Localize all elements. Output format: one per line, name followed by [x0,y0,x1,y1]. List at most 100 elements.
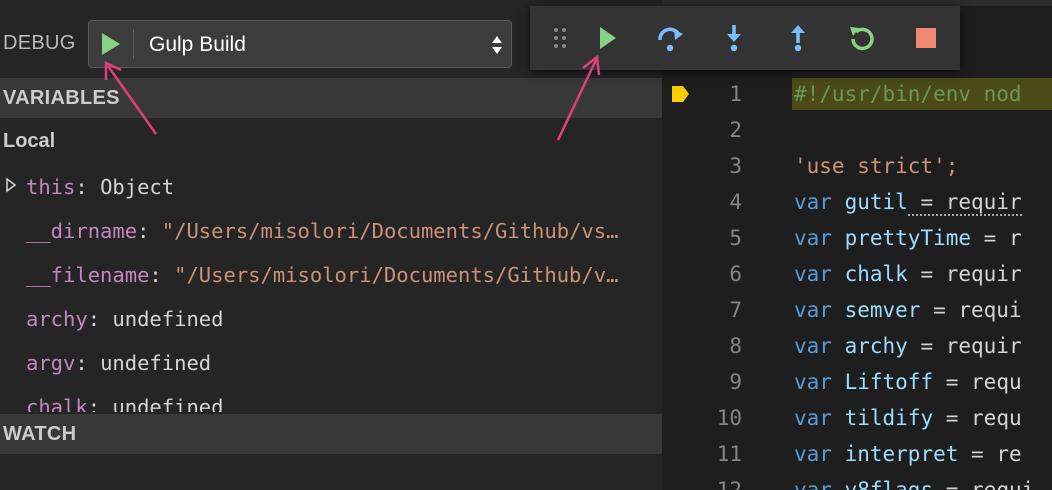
line-code: var semver = requi [794,298,1022,322]
code-identifier: gutil [844,190,908,214]
variable-row[interactable]: archy: undefined [0,296,662,340]
code-line[interactable]: 3 'use strict'; [662,148,1052,184]
line-code: var chalk = requir [794,262,1022,286]
play-icon [102,33,120,55]
variable-separator: : [75,175,101,199]
start-debugging-button[interactable] [89,21,133,67]
line-number: 1 [729,82,742,106]
code-line[interactable]: 5 var prettyTime = r [662,220,1052,256]
variable-separator: : [87,395,113,412]
line-code: var Liftoff = requ [794,370,1022,394]
code-line[interactable]: 12 var v8flags = requi [662,472,1052,490]
variables-section-header[interactable]: VARIABLES [0,78,662,118]
variable-value: undefined [112,395,224,412]
code-identifier: semver [844,298,921,322]
variable-name: argv [26,351,76,375]
variable-text: __filename: "/Users/misolori/Documents/G… [26,263,618,287]
code-keyword: var [794,406,832,430]
code-line[interactable]: 6 var chalk = requir [662,256,1052,292]
variable-value: undefined [112,307,224,331]
line-code: var prettyTime = r [794,226,1022,250]
code-line[interactable]: 7 var semver = requi [662,292,1052,328]
line-code: var interpret = re [794,442,1022,466]
variable-name: __dirname [26,219,138,243]
code-identifier: chalk [844,262,908,286]
configuration-select[interactable]: Gulp Build [88,20,512,68]
select-divider [133,29,134,59]
variable-separator: : [75,351,101,375]
code-editor[interactable]: 1 #!/usr/bin/env nod 2 3 'use strict'; 4 var g… [662,76,1052,490]
restart-icon [850,27,874,51]
code-line[interactable]: 8 var archy = requir [662,328,1052,364]
breakpoint-arrow-icon[interactable] [672,86,690,102]
debug-title: DEBUG [3,32,76,54]
variable-text: __dirname: "/Users/misolori/Documents/Gi… [26,219,618,243]
variable-value: "/Users/misolori/Documents/Github/vs… [161,219,619,243]
line-number: 12 [716,478,742,490]
step-over-icon [658,27,683,52]
code-text: 'use strict'; [794,154,959,178]
scope-local[interactable]: Local [3,130,55,153]
step-into-button[interactable] [716,20,752,56]
line-code: 'use strict'; [794,154,958,178]
continue-button[interactable] [588,20,624,56]
line-code: var tildify = requ [794,406,1022,430]
stop-button[interactable] [908,20,944,56]
drag-handle[interactable] [544,20,580,56]
variable-row[interactable]: argv: undefined [0,340,662,384]
variable-value: undefined [100,351,212,375]
variable-value: Object [100,175,175,199]
continue-icon [600,27,616,49]
variable-row[interactable]: chalk: undefined [0,384,662,412]
code-keyword: var [794,262,832,286]
code-line[interactable]: 11 var interpret = re [662,436,1052,472]
code-identifier: Liftoff [844,370,934,394]
variable-value: "/Users/misolori/Documents/Github/v… [174,263,619,287]
line-code: var v8flags = requi [794,478,1034,490]
stop-icon [916,28,936,48]
variable-separator: : [137,219,162,243]
variable-name: chalk [26,395,88,412]
code-rest: = requ [933,406,1022,430]
line-number: 11 [716,442,742,466]
line-code: var archy = requir [794,334,1022,358]
code-line[interactable]: 10 var tildify = requ [662,400,1052,436]
code-rest: = requi [920,298,1022,322]
line-number: 3 [729,154,742,178]
line-code: #!/usr/bin/env nod [794,82,1022,106]
line-number: 6 [729,262,742,286]
chevron-right-icon[interactable] [5,177,17,193]
line-number: 4 [729,190,742,214]
code-identifier: interpret [844,442,959,466]
code-keyword: var [794,334,832,358]
variable-row[interactable]: this: Object [0,164,662,208]
code-keyword: var [794,370,832,394]
restart-button[interactable] [844,20,880,56]
code-line[interactable]: 1 #!/usr/bin/env nod [662,76,1052,112]
variable-text: this: Object [26,175,174,199]
step-out-button[interactable] [780,20,816,56]
code-rest: = r [971,226,1022,250]
code-line[interactable]: 4 var gutil = requir [662,184,1052,220]
variable-text: archy: undefined [26,307,224,331]
step-over-button[interactable] [652,20,688,56]
code-identifier: tildify [844,406,934,430]
code-line[interactable]: 2 [662,112,1052,148]
variable-text: chalk: undefined [26,395,224,412]
code-line[interactable]: 9 var Liftoff = requ [662,364,1052,400]
code-rest: = requi [933,478,1035,490]
code-keyword: var [794,298,832,322]
variable-row[interactable]: __filename: "/Users/misolori/Documents/G… [0,252,662,296]
select-arrows-icon [492,36,502,54]
watch-section-header[interactable]: WATCH [0,414,662,454]
code-text: #!/usr/bin/env nod [794,82,1022,106]
variable-row[interactable]: __dirname: "/Users/misolori/Documents/Gi… [0,208,662,252]
code-keyword: var [794,226,832,250]
